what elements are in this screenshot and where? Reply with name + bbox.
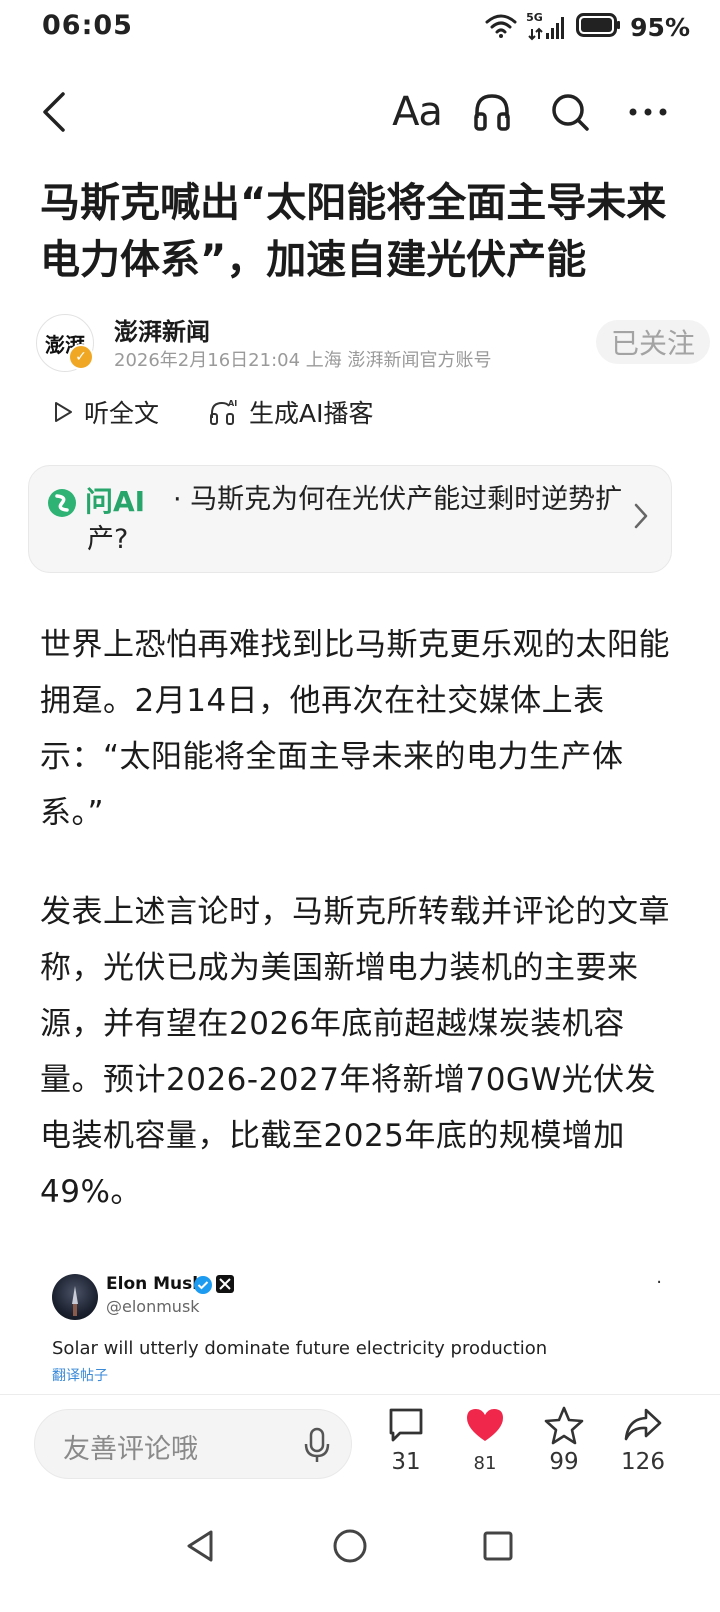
tweet-text: Solar will utterly dominate future elect…: [52, 1338, 548, 1359]
verified-check-icon: [193, 1275, 213, 1299]
article-toolbar: Aa: [0, 76, 720, 148]
article-paragraph: 世界上恐怕再难找到比马斯克更乐观的太阳能拥趸。2月14日，他再次在社交媒体上表示…: [40, 627, 670, 831]
share-button[interactable]: 126: [608, 1405, 678, 1475]
tweet-author-handle: @elonmusk: [106, 1297, 200, 1316]
like-count: 81: [473, 1453, 497, 1474]
comment-icon: [389, 1408, 423, 1442]
favorite-button[interactable]: 99: [529, 1405, 599, 1475]
listen-full-label: 听全文: [84, 399, 160, 428]
status-bar: 06:05 5G 95%: [0, 0, 720, 56]
headphones-icon[interactable]: [470, 84, 514, 140]
nav-recents-icon[interactable]: [468, 1516, 528, 1576]
ask-ai-card[interactable]: 问AI · 马斯克为何在光伏产能过剩时逆势扩产?: [28, 465, 672, 573]
heart-icon: [467, 1409, 503, 1441]
share-icon: [624, 1408, 662, 1441]
listen-full-button[interactable]: 听全文: [52, 394, 159, 430]
chevron-right-icon: [634, 503, 648, 529]
svg-text:AI: AI: [228, 399, 237, 408]
author-name[interactable]: 澎湃新闻: [114, 312, 210, 347]
comment-input[interactable]: 友善评论哦: [34, 1409, 352, 1479]
tweet-more-icon[interactable]: ·: [656, 1272, 662, 1293]
generate-podcast-button[interactable]: AI 生成AI播客: [209, 394, 374, 430]
article-paragraph: 发表上述言论时，马斯克所转载并评论的文章称，光伏已成为美国新增电力装机的主要来源…: [40, 894, 670, 1210]
battery-icon: [576, 12, 622, 42]
ask-ai-question: · 马斯克为何在光伏产能过剩时逆势扩产?: [87, 484, 623, 555]
network-type: 5G: [526, 11, 543, 24]
article-title: 马斯克喊出“太阳能将全面主导未来电力体系”，加速自建光伏产能: [40, 180, 667, 283]
ai-headphones-icon: AI: [210, 399, 237, 425]
publish-meta: 2026年2月16日21:04 上海 澎湃新闻官方账号: [114, 350, 492, 371]
translate-post-link[interactable]: 翻译帖子: [52, 1365, 108, 1385]
generate-podcast-label: 生成AI播客: [249, 399, 374, 428]
favorite-count: 99: [549, 1449, 579, 1475]
battery-percentage: 95%: [630, 12, 690, 42]
back-icon[interactable]: [32, 84, 76, 140]
comment-button[interactable]: 31: [371, 1405, 441, 1475]
status-icons: 5G 95%: [484, 11, 690, 42]
nav-home-icon[interactable]: [320, 1516, 380, 1576]
search-icon[interactable]: [548, 84, 592, 140]
more-icon[interactable]: [626, 84, 670, 140]
system-navigation-bar: [0, 1502, 720, 1612]
verified-badge-icon: ✓: [68, 344, 94, 370]
share-count: 126: [621, 1449, 665, 1475]
microphone-icon[interactable]: [303, 1426, 331, 1464]
nav-back-icon[interactable]: [170, 1516, 230, 1576]
font-size-label: Aa: [392, 89, 443, 135]
cellular-signal-icon: 5G: [526, 11, 568, 41]
author-row: 澎湃 ✓ 澎湃新闻 2026年2月16日21:04 上海 澎湃新闻官方账号 已关…: [36, 312, 710, 374]
wifi-icon: [484, 12, 518, 42]
tweet-avatar: [52, 1274, 98, 1320]
follow-button[interactable]: 已关注: [596, 320, 710, 364]
x-logo-icon: [216, 1275, 234, 1297]
audio-options: 听全文 AI 生成AI播客: [52, 392, 374, 432]
status-time: 06:05: [42, 10, 133, 41]
comment-count: 31: [391, 1449, 421, 1475]
like-button[interactable]: 81: [450, 1405, 520, 1474]
embedded-tweet[interactable]: Elon Musk @elonmusk · Solar will utterly…: [40, 1262, 680, 1392]
comment-placeholder: 友善评论哦: [63, 1434, 198, 1465]
font-size-button[interactable]: Aa: [392, 84, 443, 140]
ask-ai-logo-icon: [48, 489, 76, 517]
bottom-action-bar: 友善评论哦 31 81 99 126: [0, 1394, 720, 1502]
star-icon: [544, 1406, 584, 1445]
tweet-author-name: Elon Musk: [106, 1274, 204, 1294]
play-icon: [55, 402, 72, 422]
